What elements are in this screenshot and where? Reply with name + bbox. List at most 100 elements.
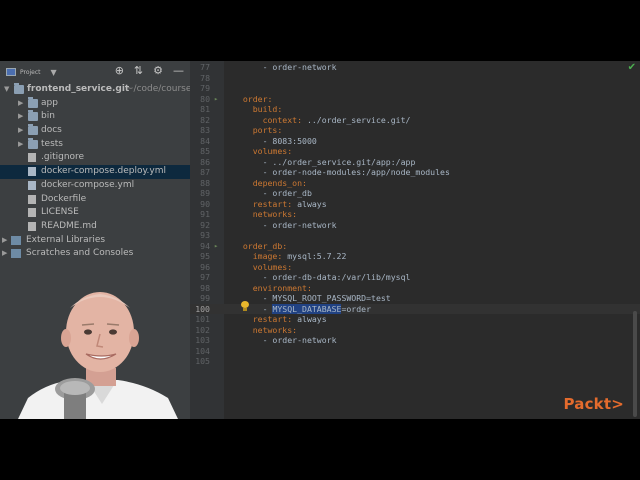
code-line[interactable]: 84 - 8083:5000 xyxy=(190,136,640,147)
code-line[interactable]: 100 - MYSQL_DATABASE=order xyxy=(190,303,640,314)
code-line[interactable]: 90 restart: always xyxy=(190,199,640,210)
code-line[interactable]: 89 - order_db xyxy=(190,188,640,199)
hide-icon[interactable]: — xyxy=(173,64,184,77)
tree-item[interactable]: ▶ docs xyxy=(0,124,190,138)
presenter-webcam xyxy=(18,292,178,419)
code-line[interactable]: 94 ▸ order_db: xyxy=(190,241,640,252)
tree-item-label: bin xyxy=(41,111,55,122)
code-line[interactable]: 96 volumes: xyxy=(190,262,640,273)
code-text: - order-network xyxy=(233,62,337,72)
code-line[interactable]: 79 xyxy=(190,83,640,94)
line-number: 102 xyxy=(195,324,210,335)
code-line[interactable]: 80 ▸ order: xyxy=(190,94,640,105)
line-number: 79 xyxy=(200,83,210,93)
tree-item[interactable]: ▶ External Libraries xyxy=(0,234,190,248)
tree-item[interactable]: .gitignore xyxy=(0,151,190,165)
tree-item-label: External Libraries xyxy=(26,234,106,245)
collapsed-arrow-icon[interactable]: ▶ xyxy=(18,138,23,152)
tree-item[interactable]: LICENSE xyxy=(0,206,190,220)
tree-item-label: .gitignore xyxy=(41,152,85,163)
tree-item[interactable]: ▶ bin xyxy=(0,110,190,124)
line-number: 78 xyxy=(200,72,210,83)
project-icon xyxy=(6,68,16,76)
code-line[interactable]: 95 image: mysql:5.7.22 xyxy=(190,251,640,262)
code-line[interactable]: 78 xyxy=(190,73,640,84)
lightbulb-icon[interactable] xyxy=(241,301,249,311)
tree-item-label: docker-compose.yml xyxy=(41,179,135,190)
code-line[interactable]: 99 - MYSQL_ROOT_PASSWORD=test xyxy=(190,293,640,304)
code-line[interactable]: 87 - order-node-modules:/app/node_module… xyxy=(190,167,640,178)
code-line[interactable]: 77 - order-network xyxy=(190,62,640,73)
locate-icon[interactable]: ⊕ xyxy=(115,64,124,77)
line-number: 85 xyxy=(200,146,210,156)
folder-icon xyxy=(14,83,24,94)
project-tree: ▼ frontend_service.git ~/code/course ▶ app ▶ b… xyxy=(0,83,190,261)
code-line[interactable]: 97 - order-db-data:/var/lib/mysql xyxy=(190,272,640,283)
code-line[interactable]: 85 volumes: xyxy=(190,146,640,157)
scrollbar[interactable] xyxy=(633,311,637,417)
line-number: 86 xyxy=(200,156,210,167)
tree-item-label: app xyxy=(41,97,58,108)
code-line[interactable]: 88 depends_on: xyxy=(190,178,640,189)
collapsed-arrow-icon[interactable]: ▶ xyxy=(18,110,23,124)
file-icon xyxy=(28,153,36,163)
fold-marker-icon[interactable]: ▸ xyxy=(214,94,218,105)
line-number: 93 xyxy=(200,230,210,240)
code-text: context: ../order_service.git/ xyxy=(262,114,411,125)
code-line[interactable]: 102 networks: xyxy=(190,325,640,336)
line-number: 80 xyxy=(200,93,210,104)
collapsed-arrow-icon[interactable]: ▶ xyxy=(18,97,23,111)
code-line[interactable]: 81 build: xyxy=(190,104,640,115)
line-number: 81 xyxy=(200,104,210,114)
folder-icon xyxy=(28,124,38,136)
tree-item[interactable]: ▶ Scratches and Consoles xyxy=(0,247,190,261)
collapsed-arrow-icon[interactable]: ▶ xyxy=(18,124,23,138)
file-icon xyxy=(28,208,36,218)
code-text: restart: always xyxy=(252,314,327,324)
tree-item[interactable]: docker-compose.deploy.yml xyxy=(0,165,190,179)
expanded-arrow-icon[interactable]: ▼ xyxy=(4,83,9,97)
code-line[interactable]: 98 environment: xyxy=(190,283,640,294)
collapsed-arrow-icon[interactable]: ▶ xyxy=(2,247,7,261)
line-number: 98 xyxy=(200,282,210,293)
code-line[interactable]: 91 networks: xyxy=(190,209,640,220)
code-text: volumes: xyxy=(252,146,293,156)
tree-item-label: README.md xyxy=(41,220,97,231)
fold-marker-icon[interactable]: ▸ xyxy=(214,241,218,252)
line-number: 96 xyxy=(200,261,210,272)
code-editor[interactable]: 77 - order-network 78 79 80 ▸ order: 81 build… xyxy=(190,61,640,419)
line-number: 100 xyxy=(195,303,210,314)
code-line[interactable]: 101 restart: always xyxy=(190,314,640,325)
tree-item[interactable]: docker-compose.yml xyxy=(0,179,190,193)
code-line[interactable]: 103 - order-network xyxy=(190,335,640,346)
tree-item[interactable]: ▼ frontend_service.git ~/code/course xyxy=(0,83,190,97)
collapsed-arrow-icon[interactable]: ▶ xyxy=(2,234,7,248)
code-text: - order-network xyxy=(233,219,337,230)
folder-icon xyxy=(28,96,38,108)
code-text: depends_on: xyxy=(252,177,307,188)
code-text: build: xyxy=(252,104,283,114)
code-text: image: mysql:5.7.22 xyxy=(252,251,347,261)
code-line[interactable]: 105 xyxy=(190,356,640,367)
tree-item[interactable]: Dockerfile xyxy=(0,193,190,207)
code-text: ports: xyxy=(252,125,283,135)
code-line[interactable]: 92 - order-network xyxy=(190,220,640,231)
project-view-label[interactable]: Project xyxy=(20,69,41,76)
collapse-all-icon[interactable]: ⇅ xyxy=(134,64,143,77)
code-line[interactable]: 83 ports: xyxy=(190,125,640,136)
project-toolbar: Project ▼ ⊕ ⇅ ⚙ — xyxy=(0,61,190,83)
code-text: networks: xyxy=(252,209,298,219)
code-line[interactable]: 104 xyxy=(190,346,640,357)
text-selection: MYSQL_DATABASE xyxy=(272,303,342,314)
tree-item[interactable]: README.md xyxy=(0,220,190,234)
tree-item[interactable]: ▶ app xyxy=(0,96,190,111)
gear-icon[interactable]: ⚙ xyxy=(153,64,163,77)
code-line[interactable]: 86 - ../order_service.git/app:/app xyxy=(190,157,640,168)
tree-item[interactable]: ▶ tests xyxy=(0,137,190,152)
chevron-down-icon[interactable]: ▼ xyxy=(51,68,57,77)
code-text: - ../order_service.git/app:/app xyxy=(233,156,416,167)
code-line[interactable]: 82 context: ../order_service.git/ xyxy=(190,115,640,126)
line-number: 88 xyxy=(200,177,210,188)
code-text: networks: xyxy=(252,324,298,335)
code-line[interactable]: 93 xyxy=(190,230,640,241)
